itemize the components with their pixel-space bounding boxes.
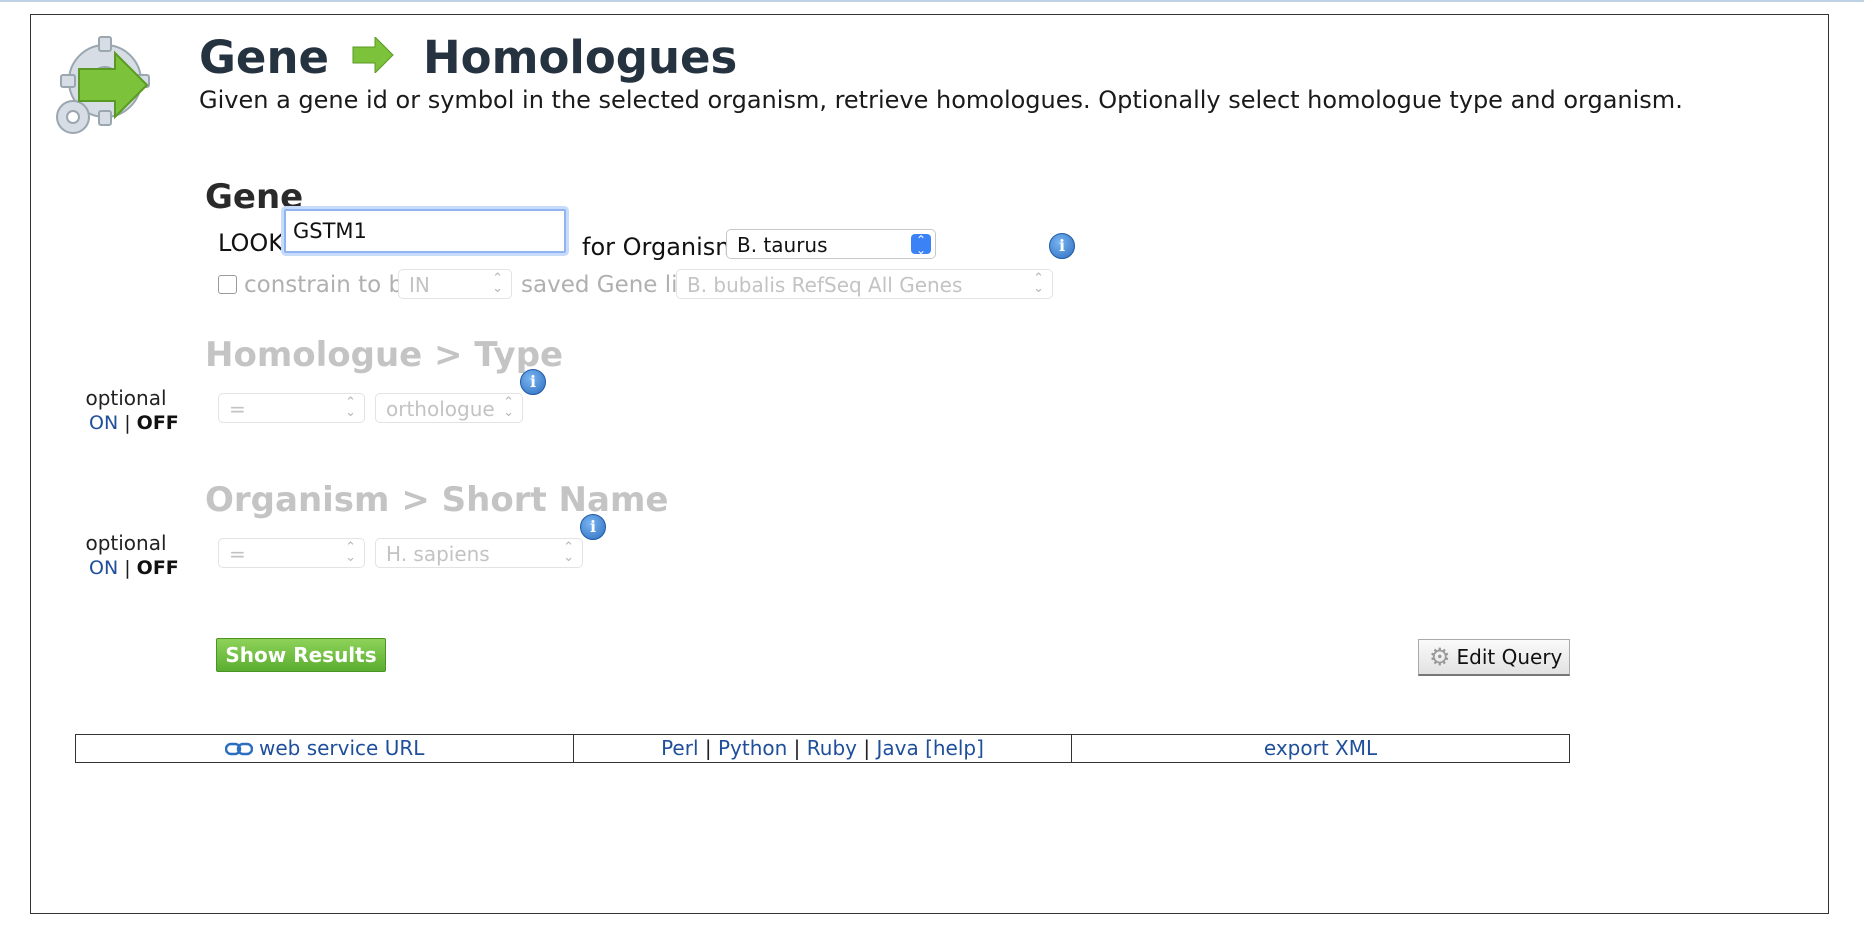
homologue-type-value-select[interactable]: orthologue ⌃ ⌄ — [375, 393, 523, 423]
organism-short-value: H. sapiens — [386, 542, 490, 566]
template-description: Given a gene id or symbol in the selecte… — [199, 86, 1683, 114]
separator: | — [793, 736, 801, 760]
edit-query-label: Edit Query — [1456, 645, 1563, 669]
constrain-op-value: IN — [409, 273, 430, 297]
organism-short-off-link[interactable]: OFF — [137, 557, 179, 579]
top-border-line — [0, 0, 1864, 2]
homologue-type-onoff: ON | OFF — [89, 412, 179, 434]
onoff-separator: | — [124, 412, 131, 434]
perl-link[interactable]: Perl — [661, 736, 698, 760]
arrow-right-icon — [351, 31, 395, 84]
web-service-url-link[interactable]: web service URL — [259, 736, 424, 760]
constrain-op-select[interactable]: IN ⌃ ⌄ — [398, 269, 512, 299]
organism-short-value-select[interactable]: H. sapiens ⌃ ⌄ — [375, 538, 583, 568]
chevron-updown-icon: ⌃ ⌄ — [1033, 271, 1044, 296]
chevron-updown-icon: ⌃ ⌄ — [503, 395, 514, 420]
export-footer: web service URL Perl | Python | Ruby | J… — [75, 734, 1570, 763]
export-xml-cell: export XML — [1072, 735, 1569, 762]
organism-short-op-value: = — [229, 542, 246, 566]
homologue-type-op-value: = — [229, 397, 246, 421]
homologue-type-optional-label: optional — [85, 386, 167, 410]
chevron-updown-icon: ⌃ ⌄ — [345, 395, 356, 420]
lookup-input[interactable] — [284, 209, 566, 253]
info-icon[interactable]: i — [1049, 233, 1075, 259]
show-results-button[interactable]: Show Results — [216, 638, 386, 672]
homologue-type-title: Homologue > Type — [205, 335, 564, 375]
python-link[interactable]: Python — [718, 736, 787, 760]
saved-list-label: saved Gene list — [521, 272, 699, 298]
homologue-type-op-select[interactable]: = ⌃ ⌄ — [218, 393, 365, 423]
organism-select[interactable]: B. taurus ⌃ ⌄ — [726, 229, 936, 259]
constrain-checkbox[interactable] — [218, 275, 237, 294]
organism-short-optional-label: optional — [85, 531, 167, 555]
info-icon[interactable]: i — [520, 369, 546, 395]
for-organism-label: for Organism: — [582, 233, 747, 261]
organism-short-onoff: ON | OFF — [89, 557, 179, 579]
homologue-type-off-link[interactable]: OFF — [137, 412, 179, 434]
organism-short-op-select[interactable]: = ⌃ ⌄ — [218, 538, 365, 568]
chevron-updown-icon: ⌃ ⌄ — [563, 540, 574, 565]
organism-short-on-link[interactable]: ON — [89, 557, 118, 579]
template-form-frame: Gene Homologues Given a gene id or symbo… — [30, 14, 1829, 914]
edit-query-button[interactable]: ⚙ Edit Query — [1418, 639, 1570, 676]
saved-list-value: B. bubalis RefSeq All Genes — [687, 273, 963, 297]
code-languages-cell: Perl | Python | Ruby | Java [help] — [574, 735, 1072, 762]
template-gear-icon — [49, 29, 159, 139]
info-icon[interactable]: i — [580, 514, 606, 540]
chevron-updown-icon: ⌃ ⌄ — [911, 234, 931, 256]
java-link[interactable]: Java — [876, 736, 918, 760]
separator: | — [704, 736, 712, 760]
ruby-link[interactable]: Ruby — [807, 736, 857, 760]
title-target: Homologues — [423, 31, 738, 84]
homologue-type-value: orthologue — [386, 397, 495, 421]
gear-pencil-icon: ⚙ — [1429, 643, 1451, 671]
title-source: Gene — [199, 31, 330, 84]
help-link[interactable]: [help] — [925, 736, 984, 760]
web-service-cell: web service URL — [76, 735, 574, 762]
organism-select-value: B. taurus — [737, 233, 828, 257]
separator: | — [863, 736, 871, 760]
homologue-type-on-link[interactable]: ON — [89, 412, 118, 434]
organism-short-name-title: Organism > Short Name — [205, 480, 669, 520]
constrain-label: constrain to be — [244, 272, 418, 298]
chevron-updown-icon: ⌃ ⌄ — [492, 271, 503, 296]
link-icon — [224, 736, 259, 760]
page-title: Gene Homologues — [199, 31, 737, 84]
saved-list-select[interactable]: B. bubalis RefSeq All Genes ⌃ ⌄ — [676, 269, 1053, 299]
export-xml-link[interactable]: export XML — [1264, 736, 1377, 760]
chevron-updown-icon: ⌃ ⌄ — [345, 540, 356, 565]
onoff-separator: | — [124, 557, 131, 579]
